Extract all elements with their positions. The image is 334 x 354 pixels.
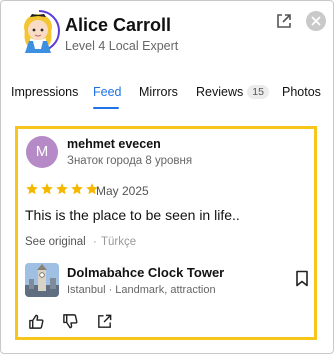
open-external-icon[interactable] — [275, 12, 293, 30]
place-name: Dolmabahce Clock Tower — [67, 265, 225, 280]
review-text: This is the place to be seen in life.. — [25, 207, 240, 223]
clock-tower-image-icon — [25, 263, 59, 297]
tab-reviews[interactable]: Reviews 15 — [196, 85, 269, 99]
language-separator: · — [93, 236, 97, 248]
reviewer-level: Знаток города 8 уровня — [67, 155, 193, 167]
place-thumbnail — [25, 263, 59, 297]
active-tab-indicator — [93, 107, 119, 109]
close-button[interactable] — [306, 11, 326, 31]
profile-popup: Alice Carroll Level 4 Local Expert Impre… — [0, 0, 334, 354]
share-icon[interactable] — [96, 313, 113, 330]
tab-feed[interactable]: Feed — [93, 85, 122, 99]
reviewer-avatar[interactable]: M — [26, 136, 58, 168]
star-icon — [56, 183, 68, 195]
review-card: M mehmet evecen Знаток города 8 уровня M… — [15, 126, 317, 340]
tab-bar: Impressions Feed Mirrors Reviews 15 Photo… — [11, 85, 334, 115]
original-language: Türkçe — [101, 236, 137, 248]
see-original-link[interactable]: See original — [25, 236, 86, 248]
star-icon — [26, 183, 38, 195]
like-icon[interactable] — [28, 313, 45, 330]
place-link[interactable]: Dolmabahce Clock Tower Istanbul · Landma… — [22, 260, 310, 300]
star-icon — [41, 183, 53, 195]
tab-impressions[interactable]: Impressions — [11, 85, 78, 99]
bookmark-icon[interactable] — [295, 270, 309, 287]
cartoon-girl-avatar-icon[interactable] — [17, 7, 59, 55]
reviews-count-badge: 15 — [247, 85, 269, 99]
place-meta: Istanbul · Landmark, attraction — [67, 284, 216, 296]
tab-photos[interactable]: Photos — [282, 85, 321, 99]
tab-mirrors[interactable]: Mirrors — [139, 85, 178, 99]
reviewer-name[interactable]: mehmet evecen — [67, 137, 161, 151]
close-icon — [311, 16, 321, 26]
tab-reviews-label: Reviews — [196, 85, 244, 99]
star-icon — [71, 183, 83, 195]
rating-stars — [25, 182, 100, 198]
review-date: May 2025 — [96, 184, 149, 198]
user-level: Level 4 Local Expert — [65, 39, 179, 53]
dislike-icon[interactable] — [62, 313, 79, 330]
user-name: Alice Carroll — [65, 15, 172, 35]
